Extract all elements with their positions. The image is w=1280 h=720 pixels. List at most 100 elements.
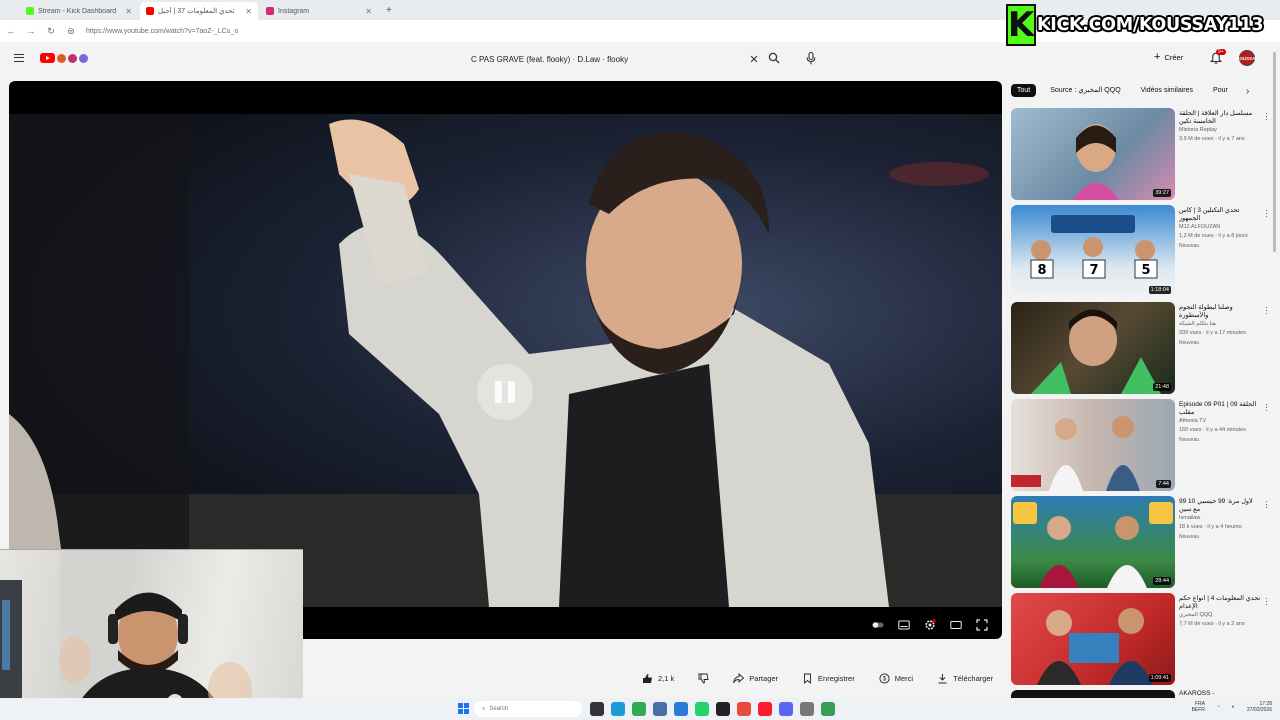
next-recommendation-title[interactable]: AKAROSS - (1179, 690, 1214, 697)
clear-search-icon[interactable]: ✕ (746, 53, 762, 66)
video-title[interactable]: Episode 09 P01 | الحلقة 09 مقلب (1179, 401, 1261, 417)
theater-mode-icon[interactable] (950, 619, 962, 631)
menu-icon[interactable] (14, 54, 24, 62)
wifi-icon[interactable]: ◔ (1217, 704, 1220, 710)
edge-browser-icon[interactable] (611, 702, 625, 716)
channel-name[interactable]: Mistoria Replay (1179, 126, 1261, 135)
obs-icon[interactable] (821, 702, 835, 716)
save-button[interactable]: Enregistrer (794, 668, 863, 688)
video-title[interactable]: تحدي التكتلين 3 | كأس الجمهور (1179, 207, 1261, 223)
new-tab-button[interactable]: + (386, 5, 392, 16)
tab-kick-dashboard[interactable]: Stream - Kick Dashboard ✕ (20, 2, 138, 20)
video-thumbnail[interactable]: 8 7 5 1:18:04 (1011, 205, 1175, 297)
tab-youtube[interactable]: تحدي المعلومات 37 | أجيل ✕ (140, 2, 258, 20)
page-scrollbar[interactable] (1273, 52, 1276, 252)
search-input[interactable]: C PAS GRAVE (feat. flooky) · D.Law · flo… (471, 55, 746, 64)
microphone-icon[interactable] (806, 52, 816, 65)
video-thumbnail[interactable]: 1:09:41 (1011, 593, 1175, 685)
windows-start-icon[interactable] (458, 703, 469, 714)
channel-name[interactable]: Ismailaw (1179, 514, 1261, 523)
avatar[interactable]: KOUSSAY (1236, 50, 1258, 66)
app-icon[interactable] (716, 702, 730, 716)
video-duration: 1:09:41 (1148, 674, 1171, 682)
new-badge: Nouveau (1179, 534, 1200, 540)
chip-source[interactable]: Source : المخبري QQQ (1044, 83, 1126, 97)
recommendation-item[interactable]: 39:27 مسلسل دار العلاقة | الحلقة الخامسة… (1011, 108, 1276, 205)
close-icon[interactable]: ✕ (365, 7, 372, 16)
recommendation-item[interactable]: 1:09:41 تحدي المعلومات 4 | أنواع حكم الإ… (1011, 593, 1276, 690)
video-meta: وصلنا لبطولة النجوم والأسطورة هنا بتكلم … (1179, 304, 1261, 348)
close-icon[interactable]: ✕ (245, 7, 252, 16)
close-icon[interactable]: ✕ (125, 7, 132, 16)
search-icon[interactable] (768, 52, 780, 64)
store-icon[interactable] (674, 702, 688, 716)
video-title[interactable]: مسلسل دار العلاقة | الحلقة الخامسة تكين (1179, 110, 1261, 126)
video-title[interactable]: تحدي المعلومات 4 | أنواع حكم الإعدام (1179, 595, 1261, 611)
tab-title: Instagram (278, 7, 310, 15)
taskbar-search-placeholder: Search (489, 706, 509, 712)
url-field[interactable]: https://www.youtube.com/watch?v=7aoZ-_LC… (86, 28, 238, 35)
more-vertical-icon[interactable]: ··· (1262, 597, 1272, 606)
recommendation-item[interactable]: 21:48 وصلنا لبطولة النجوم والأسطورة هنا … (1011, 302, 1276, 399)
recommendation-item[interactable]: 28:44 99 لأول مرة: 99 حيسبي 10 مع سين Is… (1011, 496, 1276, 593)
settings-gear-icon[interactable] (924, 619, 936, 631)
site-info-icon[interactable]: ⊜ (66, 26, 76, 37)
like-button[interactable]: 2,1 k (634, 668, 682, 688)
language-indicator[interactable]: FRA BEFR (1192, 701, 1205, 713)
video-frame[interactable] (9, 114, 1002, 607)
youtube-logo[interactable] (40, 53, 88, 63)
recommendation-item[interactable]: 7:44 Episode 09 P01 | الحلقة 09 مقلب Ath… (1011, 399, 1276, 496)
forward-icon[interactable]: → (26, 26, 36, 36)
recommendation-item[interactable]: 8 7 5 1:18:04 تحدي التكتلين 3 | كأس الجمهو… (1011, 205, 1276, 302)
chip-all[interactable]: Tout (1011, 83, 1037, 97)
clock[interactable]: 17:28 27/02/2026 (1247, 701, 1272, 713)
subtitles-icon[interactable] (898, 619, 910, 631)
video-title[interactable]: وصلنا لبطولة النجوم والأسطورة (1179, 304, 1261, 320)
chip-similar[interactable]: Vidéos similaires (1135, 84, 1199, 97)
discord-icon[interactable] (779, 702, 793, 716)
channel-name[interactable]: M12 ALFOUZAN (1179, 223, 1261, 232)
share-button[interactable]: Partager (725, 668, 786, 688)
create-button[interactable]: + Créer (1154, 52, 1183, 63)
youtube-play-icon (40, 53, 55, 63)
thumbnail-art (1031, 309, 1161, 394)
channel-name[interactable]: المخبري QQQ (1179, 611, 1261, 620)
more-vertical-icon[interactable]: ··· (1262, 112, 1272, 121)
reload-icon[interactable]: ↻ (46, 26, 56, 37)
file-explorer-icon[interactable] (590, 702, 604, 716)
channel-name[interactable]: Athenia TV (1179, 417, 1261, 426)
fullscreen-icon[interactable] (976, 619, 988, 631)
channel-name[interactable]: هنا بتكلم الشبكة (1179, 320, 1261, 329)
more-vertical-icon[interactable]: ··· (1262, 403, 1272, 412)
volume-icon[interactable]: 🔈︎ (1232, 704, 1235, 710)
pause-overlay-icon[interactable] (477, 364, 533, 420)
video-thumbnail[interactable]: 21:48 (1011, 302, 1175, 394)
dislike-button[interactable] (690, 668, 717, 688)
taskbar-search[interactable]: ⌕ Search (474, 701, 582, 717)
app-icon[interactable] (653, 702, 667, 716)
tab-instagram[interactable]: Instagram ✕ (260, 2, 378, 20)
video-thumbnail[interactable]: 7:44 (1011, 399, 1175, 491)
svg-text:$: $ (883, 676, 887, 682)
whatsapp-icon[interactable] (695, 702, 709, 716)
video-actions-bar: 2,1 k Partager Enregistrer $ Merci Téléc… (634, 668, 1035, 688)
thanks-button[interactable]: $ Merci (871, 668, 921, 688)
save-label: Enregistrer (818, 673, 855, 683)
opera-icon[interactable] (758, 702, 772, 716)
more-vertical-icon[interactable]: ··· (1262, 209, 1272, 218)
back-icon[interactable]: ← (6, 26, 16, 36)
video-title[interactable]: 99 لأول مرة: 99 حيسبي 10 مع سين (1179, 498, 1261, 514)
download-button[interactable]: Télécharger (929, 668, 1001, 688)
chevron-right-icon[interactable]: › (1246, 86, 1249, 97)
video-thumbnail[interactable]: 39:27 (1011, 108, 1175, 200)
chrome-icon[interactable] (632, 702, 646, 716)
settings-gear-icon[interactable] (800, 702, 814, 716)
video-thumbnail[interactable]: 28:44 (1011, 496, 1175, 588)
more-vertical-icon[interactable]: ··· (1262, 306, 1272, 315)
chip-for-you[interactable]: Pour (1207, 84, 1234, 97)
more-vertical-icon[interactable]: ··· (1262, 500, 1272, 509)
app-icon[interactable] (737, 702, 751, 716)
kick-favicon-icon (26, 7, 34, 15)
autoplay-toggle-icon[interactable] (872, 619, 884, 631)
next-recommendation-thumbnail[interactable] (1011, 690, 1175, 698)
